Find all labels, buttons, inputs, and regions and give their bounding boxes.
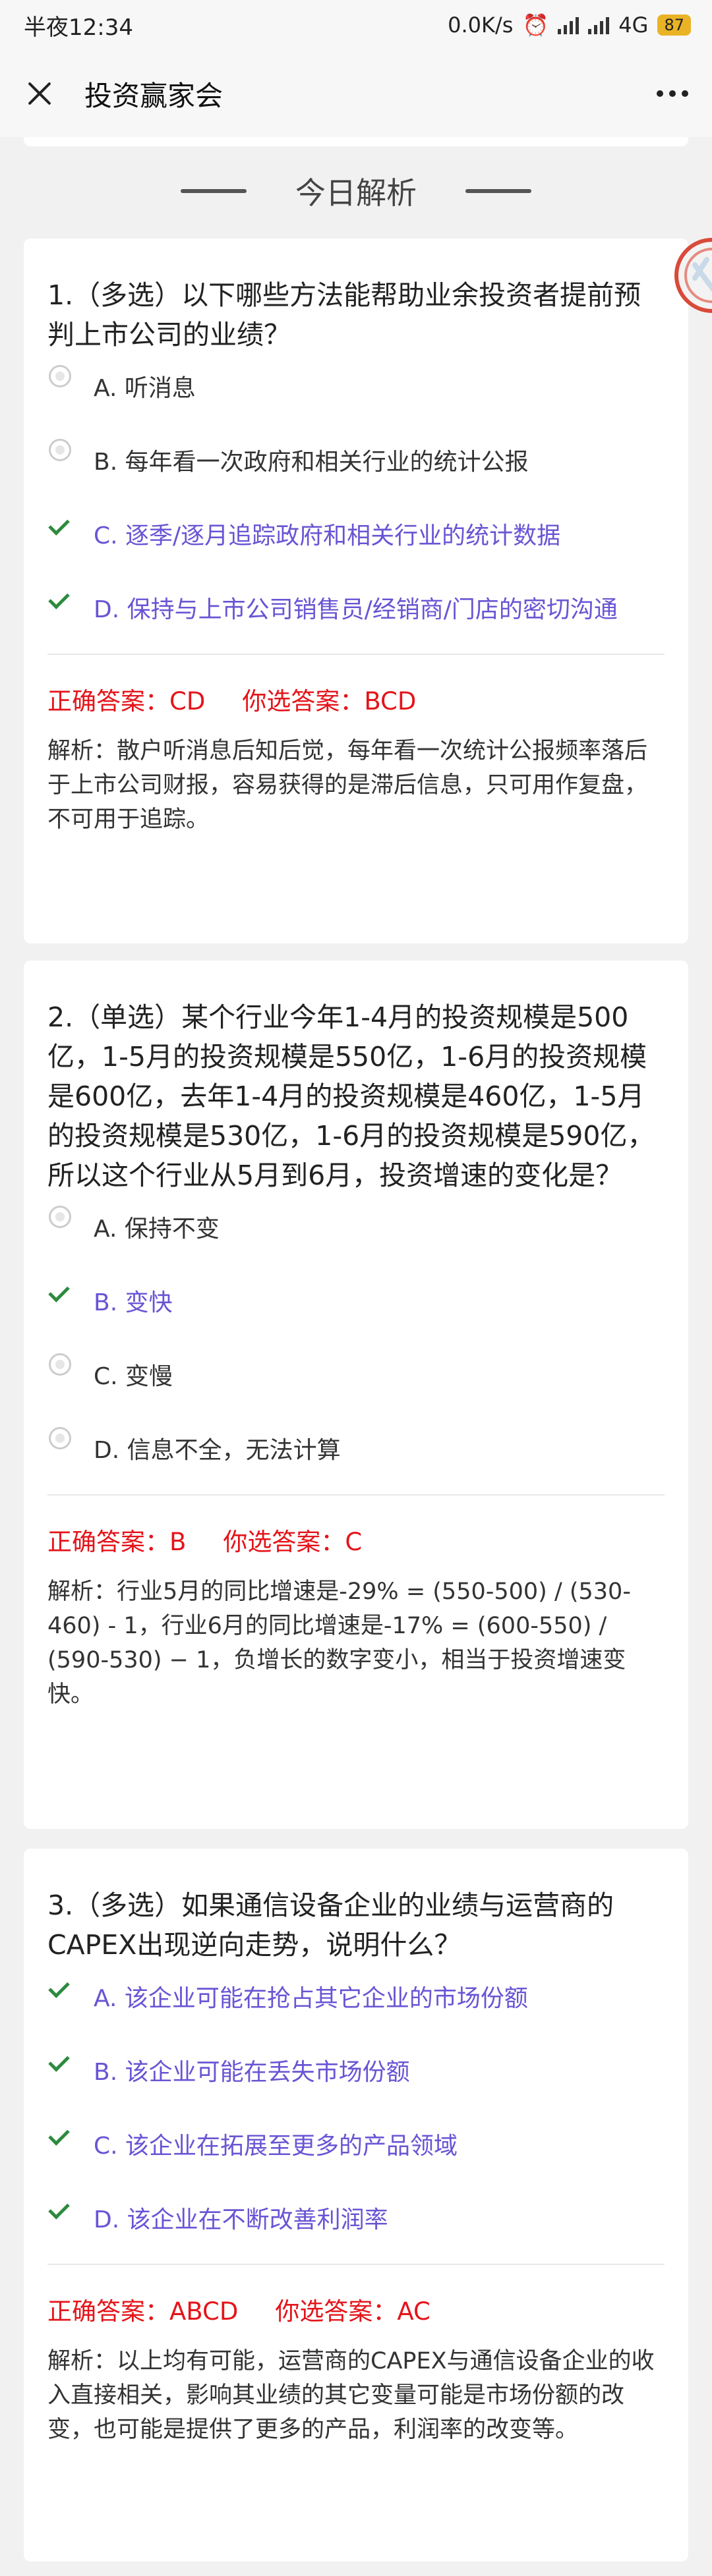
option-item[interactable]: D. 保持与上市公司销售员/经销商/门店的密切沟通 xyxy=(47,592,665,629)
divider xyxy=(47,1494,665,1496)
option-list: A. 该企业可能在抢占其它企业的市场份额 B. 该企业可能在丢失市场份额 C. … xyxy=(47,1980,665,2239)
page-title: 投资赢家会 xyxy=(84,79,223,112)
signal-icon-2 xyxy=(588,16,610,34)
chosen-answer: 你选答案：AC xyxy=(275,2297,430,2326)
section-header: 今日解析 xyxy=(0,158,712,224)
question-card: 1.（多选）以下哪些方法能帮助业余投资者提前预判上市公司的业绩？ A. 听消息 … xyxy=(24,238,688,943)
divider xyxy=(47,654,665,655)
correct-answer: 正确答案：CD xyxy=(47,687,206,715)
question-card: 3.（多选）如果通信设备企业的业绩与运营商的CAPEX出现逆向走势，说明什么？ … xyxy=(24,1849,688,2562)
analysis-text: 解析：散户听消息后知后觉，每年看一次统计公报频率落后于上市公司财报，容易获得的是… xyxy=(47,738,648,833)
divider-line xyxy=(181,189,247,193)
option-label: D. 保持与上市公司销售员/经销商/门店的密切沟通 xyxy=(94,596,618,623)
more-icon[interactable] xyxy=(657,90,688,97)
radio-icon xyxy=(49,365,71,387)
correct-answer: 正确答案：ABCD xyxy=(47,2297,239,2326)
floating-badge-icon[interactable] xyxy=(668,232,712,331)
option-item[interactable]: B. 该企业可能在丢失市场份额 xyxy=(47,2054,665,2091)
question-card: 2.（单选）某个行业今年1-4月的投资规模是500亿，1-5月的投资规模是550… xyxy=(24,961,688,1829)
option-item[interactable]: D. 该企业在不断改善利润率 xyxy=(47,2202,665,2239)
checkmark-icon xyxy=(47,2050,73,2075)
radio-icon xyxy=(49,1427,71,1449)
network-speed: 0.0K/s xyxy=(448,13,514,38)
option-label: A. 听消息 xyxy=(94,375,196,402)
analysis-text: 解析：行业5月的同比增速是-29% = (550-500) / (530-460… xyxy=(47,1579,631,1708)
question-title: 1.（多选）以下哪些方法能帮助业余投资者提前预判上市公司的业绩？ xyxy=(47,279,641,350)
battery-icon: 87 xyxy=(657,14,691,36)
option-item[interactable]: A. 听消息 xyxy=(47,365,665,407)
chosen-answer: 你选答案：C xyxy=(223,1528,363,1556)
checkmark-icon xyxy=(47,588,73,613)
option-item[interactable]: C. 变慢 xyxy=(47,1353,665,1395)
option-item[interactable]: A. 保持不变 xyxy=(47,1206,665,1248)
option-item[interactable]: C. 该企业在拓展至更多的产品领域 xyxy=(47,2128,665,2165)
question-title: 2.（单选）某个行业今年1-4月的投资规模是500亿，1-5月的投资规模是550… xyxy=(47,1001,655,1191)
checkmark-icon xyxy=(47,1976,73,2002)
answer-row: 正确答案：B 你选答案：C xyxy=(47,1525,665,1560)
option-label: B. 每年看一次政府和相关行业的统计公报 xyxy=(94,449,529,476)
option-label: B. 该企业可能在丢失市场份额 xyxy=(94,2059,410,2086)
option-list: A. 听消息 B. 每年看一次政府和相关行业的统计公报 C. 逐季/逐月追踪政府… xyxy=(47,365,665,629)
close-icon[interactable] xyxy=(24,77,57,110)
nav-bar: 投资赢家会 xyxy=(0,50,712,137)
question-title: 3.（多选）如果通信设备企业的业绩与运营商的CAPEX出现逆向走势，说明什么？ xyxy=(47,1890,614,1961)
checkmark-icon xyxy=(47,1281,73,1306)
option-label: A. 该企业可能在抢占其它企业的市场份额 xyxy=(94,1985,528,2012)
option-item[interactable]: B. 变快 xyxy=(47,1285,665,1322)
chosen-answer: 你选答案：BCD xyxy=(242,687,417,715)
option-label: A. 保持不变 xyxy=(94,1216,220,1243)
option-label: B. 变快 xyxy=(94,1289,173,1316)
status-indicators: 0.0K/s ⏰ 4G 87 xyxy=(448,13,691,38)
radio-icon xyxy=(49,1353,71,1376)
section-title: 今日解析 xyxy=(295,175,417,211)
radio-icon xyxy=(49,439,71,461)
answer-row: 正确答案：CD 你选答案：BCD xyxy=(47,684,665,719)
checkmark-icon xyxy=(47,2198,73,2223)
checkmark-icon xyxy=(47,514,73,539)
signal-icon xyxy=(558,16,579,34)
option-item[interactable]: B. 每年看一次政府和相关行业的统计公报 xyxy=(47,439,665,481)
network-type: 4G xyxy=(618,13,649,38)
radio-icon xyxy=(49,1206,71,1228)
correct-answer: 正确答案：B xyxy=(47,1528,187,1556)
option-label: D. 该企业在不断改善利润率 xyxy=(94,2206,388,2233)
option-label: C. 变慢 xyxy=(94,1363,173,1390)
divider xyxy=(47,2264,665,2265)
option-item[interactable]: C. 逐季/逐月追踪政府和相关行业的统计数据 xyxy=(47,518,665,555)
option-label: C. 逐季/逐月追踪政府和相关行业的统计数据 xyxy=(94,522,561,549)
analysis-text: 解析：以上均有可能，运营商的CAPEX与通信设备企业的收入直接相关，影响其业绩的… xyxy=(47,2348,655,2443)
option-label: C. 该企业在拓展至更多的产品领域 xyxy=(94,2133,458,2160)
answer-row: 正确答案：ABCD 你选答案：AC xyxy=(47,2294,665,2330)
previous-card-edge xyxy=(24,137,688,146)
option-label: D. 信息不全，无法计算 xyxy=(94,1437,341,1464)
alarm-icon: ⏰ xyxy=(522,13,549,38)
option-item[interactable]: D. 信息不全，无法计算 xyxy=(47,1427,665,1469)
checkmark-icon xyxy=(47,2124,73,2149)
option-item[interactable]: A. 该企业可能在抢占其它企业的市场份额 xyxy=(47,1980,665,2017)
status-time: 半夜12:34 xyxy=(24,14,133,41)
divider-line xyxy=(465,189,531,193)
status-bar: 半夜12:34 0.0K/s ⏰ 4G 87 xyxy=(0,0,712,50)
option-list: A. 保持不变 B. 变快 C. 变慢 D. 信息不全，无法计算 xyxy=(47,1206,665,1469)
